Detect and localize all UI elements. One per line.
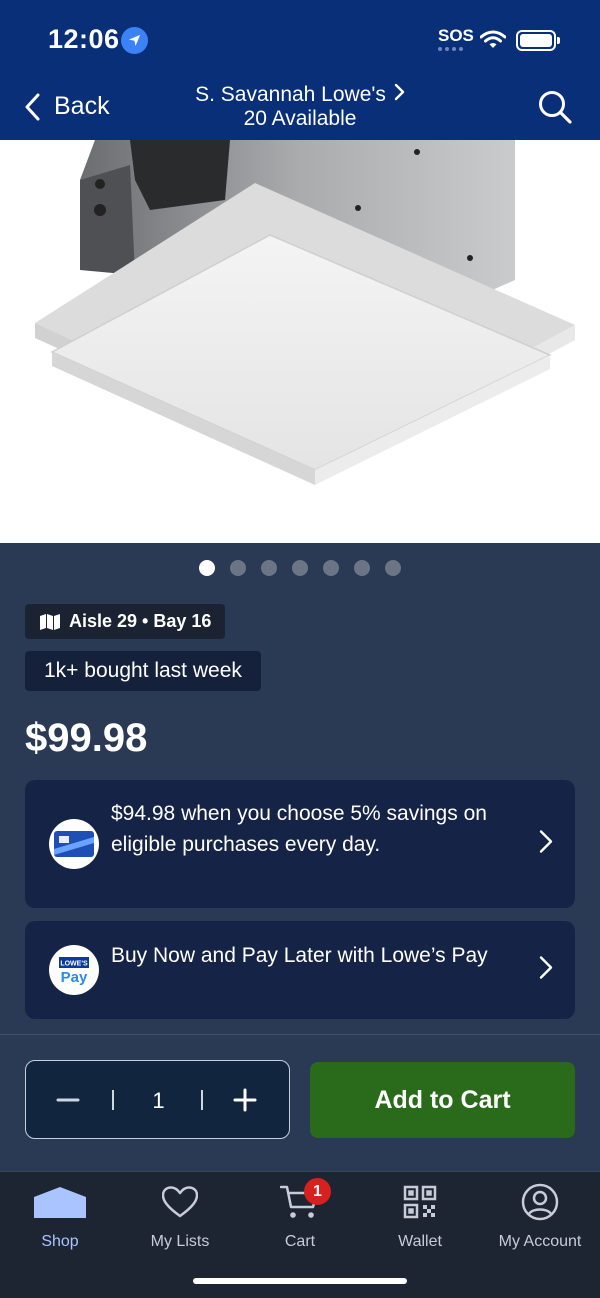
cart-count-badge: 1: [304, 1178, 331, 1205]
status-bar: 12:06 SOS: [0, 0, 600, 80]
plus-icon: [233, 1088, 257, 1112]
home-indicator: [193, 1278, 407, 1284]
pager-dot[interactable]: [354, 560, 370, 576]
tab-label: Shop: [41, 1233, 79, 1250]
qr-icon: [360, 1180, 480, 1224]
quantity-value[interactable]: 1: [116, 1088, 201, 1114]
pager-dot[interactable]: [261, 560, 277, 576]
cart-icon: 1: [240, 1178, 360, 1224]
tab-my-account[interactable]: My Account: [480, 1180, 600, 1251]
credit-card-savings-offer[interactable]: $94.98 when you choose 5% savings on eli…: [25, 780, 575, 908]
lowes-pay-icon: LOWE'S Pay: [49, 945, 99, 995]
pager-dot[interactable]: [323, 560, 339, 576]
image-pager[interactable]: [0, 560, 600, 576]
social-proof-text: 1k+ bought last week: [44, 659, 242, 682]
sos-indicator: SOS: [438, 26, 474, 45]
pager-dot[interactable]: [292, 560, 308, 576]
credit-card-offer-text: $94.98 when you choose 5% savings on eli…: [111, 802, 487, 856]
divider: [201, 1090, 203, 1110]
lowes-pay-offer[interactable]: LOWE'S Pay Buy Now and Pay Later with Lo…: [25, 921, 575, 1019]
account-icon: [480, 1180, 600, 1224]
aisle-location-text: Aisle 29 • Bay 16: [69, 611, 212, 631]
chevron-right-icon: [394, 83, 405, 107]
decrease-quantity-button[interactable]: [56, 1088, 80, 1117]
availability-text: 20 Available: [243, 107, 357, 130]
tab-label: My Lists: [150, 1233, 210, 1250]
store-selector[interactable]: S. Savannah Lowe's 20 Available: [150, 83, 450, 131]
store-name: S. Savannah Lowe's: [195, 83, 386, 106]
pager-dot[interactable]: [230, 560, 246, 576]
tab-label: Cart: [284, 1233, 316, 1250]
search-button[interactable]: [536, 88, 574, 131]
location-arrow-icon: [121, 27, 148, 54]
lowes-pay-offer-text: Buy Now and Pay Later with Lowe’s Pay: [111, 944, 488, 967]
home-icon: [0, 1180, 120, 1224]
clock: 12:06: [48, 24, 120, 54]
add-to-cart-button[interactable]: Add to Cart: [310, 1062, 575, 1138]
tab-wallet[interactable]: Wallet: [360, 1180, 480, 1251]
quantity-stepper[interactable]: 1: [25, 1060, 290, 1139]
product-price: $99.98: [25, 716, 148, 760]
minus-icon: [56, 1098, 80, 1102]
tab-my-lists[interactable]: My Lists: [120, 1180, 240, 1251]
tab-shop[interactable]: Shop: [0, 1180, 120, 1251]
search-icon: [539, 91, 572, 124]
chevron-left-icon: [25, 93, 40, 120]
add-to-cart-label: Add to Cart: [374, 1085, 511, 1114]
heart-icon: [120, 1180, 240, 1224]
tab-label: Wallet: [398, 1233, 442, 1250]
tab-cart[interactable]: 1 Cart: [240, 1178, 360, 1251]
nav-bar: Back S. Savannah Lowe's 20 Available: [0, 80, 600, 140]
increase-quantity-button[interactable]: [233, 1088, 257, 1117]
tab-label: My Account: [498, 1233, 582, 1250]
lowes-pay-badge-top: LOWE'S: [60, 961, 88, 968]
divider: [112, 1090, 114, 1110]
back-label: Back: [54, 92, 110, 120]
back-button[interactable]: Back: [24, 92, 110, 121]
map-icon: [40, 613, 60, 630]
lowes-pay-badge-bottom: Pay: [61, 969, 88, 986]
chevron-right-icon: [539, 956, 553, 985]
product-image[interactable]: [0, 140, 600, 543]
battery-icon: [516, 30, 560, 51]
aisle-location-badge[interactable]: Aisle 29 • Bay 16: [25, 604, 226, 639]
pager-dot[interactable]: [385, 560, 401, 576]
chevron-right-icon: [539, 830, 553, 859]
pager-dot[interactable]: [199, 560, 215, 576]
wifi-icon: [479, 30, 507, 55]
divider: [0, 1034, 600, 1035]
lowes-card-icon: [49, 819, 99, 869]
signal-dots-icon: [438, 47, 463, 51]
social-proof-badge: 1k+ bought last week: [25, 651, 261, 691]
